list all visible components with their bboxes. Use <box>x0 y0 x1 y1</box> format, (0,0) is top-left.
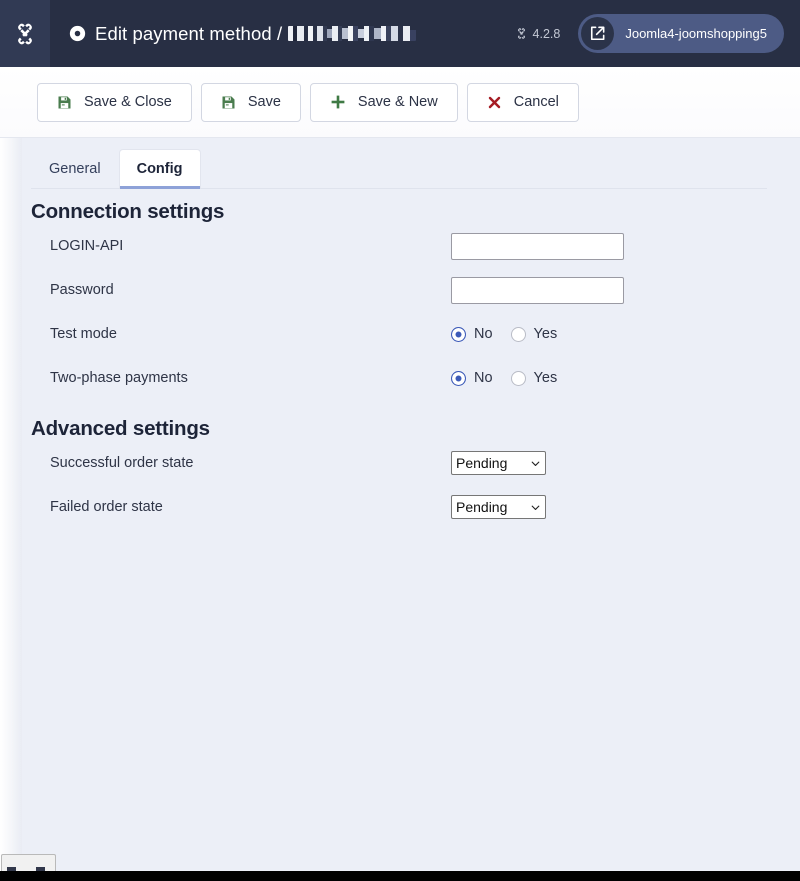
field-password: Password <box>31 268 800 312</box>
chevron-down-icon <box>530 458 541 469</box>
field-login-api-label: LOGIN-API <box>50 238 124 254</box>
tab-general-label: General <box>49 161 101 177</box>
field-password-label: Password <box>50 282 114 298</box>
admin-topbar: Edit payment method / 4.2.8 Joomla4-joom… <box>0 0 800 67</box>
failed-order-state-select[interactable]: Pending <box>451 495 546 519</box>
field-failed-order-state: Failed order state Pending <box>31 485 800 529</box>
redacted-site-name <box>288 26 417 41</box>
app-screen: Edit payment method / 4.2.8 Joomla4-joom… <box>0 0 800 881</box>
radio-mark-icon <box>451 326 466 342</box>
successful-order-state-select[interactable]: Pending <box>451 451 546 475</box>
save-icon <box>57 95 72 110</box>
save-and-close-button[interactable]: Save & Close <box>37 82 192 122</box>
section-title-advanced: Advanced settings <box>31 417 210 440</box>
failed-order-state-value: Pending <box>456 499 508 515</box>
cancel-button[interactable]: Cancel <box>466 82 579 122</box>
field-two-phase-payments-label: Two-phase payments <box>50 370 188 386</box>
close-x-icon <box>487 95 502 110</box>
test-mode-radio-no[interactable]: No <box>451 326 493 342</box>
field-two-phase-payments: Two-phase payments No Yes <box>31 356 800 400</box>
save-button[interactable]: Save <box>200 82 301 122</box>
save-and-new-label: Save & New <box>357 94 438 110</box>
joomla-mark-icon <box>515 27 528 40</box>
two-phase-yes-label: Yes <box>533 370 558 386</box>
test-mode-no-label: No <box>474 326 493 342</box>
two-phase-radio-group: No Yes <box>451 370 575 386</box>
screen-bottom-edge <box>0 871 800 881</box>
field-successful-order-state-label: Successful order state <box>50 455 194 471</box>
radio-mark-icon <box>451 370 466 386</box>
joomla-logo-icon <box>12 21 38 47</box>
save-and-new-button[interactable]: Save & New <box>309 82 458 122</box>
page-title: Edit payment method / <box>69 22 417 45</box>
tab-general[interactable]: General <box>31 149 119 188</box>
joomla-version: 4.2.8 <box>515 26 561 41</box>
test-mode-yes-label: Yes <box>533 326 558 342</box>
chevron-down-icon <box>530 502 541 513</box>
save-label: Save <box>247 94 281 110</box>
successful-order-state-value: Pending <box>456 455 508 471</box>
editor-toolbar: Save & Close Save Save & New Cancel <box>0 67 800 138</box>
page-title-text: Edit payment method / <box>95 22 283 44</box>
field-login-api: LOGIN-API <box>31 224 800 268</box>
field-successful-order-state: Successful order state Pending <box>31 441 800 485</box>
login-api-input[interactable] <box>451 232 624 260</box>
left-gutter <box>0 138 22 881</box>
joomla-logo-button[interactable] <box>0 0 50 67</box>
two-phase-no-label: No <box>474 370 493 386</box>
joomla-version-text: 4.2.8 <box>532 26 561 41</box>
section-title-connection: Connection settings <box>31 200 225 223</box>
two-phase-radio-no[interactable]: No <box>451 370 493 386</box>
circle-dot-icon <box>69 25 86 42</box>
radio-mark-icon <box>510 326 526 342</box>
field-test-mode-label: Test mode <box>50 326 117 342</box>
tab-bar: General Config <box>22 138 800 189</box>
test-mode-radio-group: No Yes <box>451 326 575 342</box>
tab-config[interactable]: Config <box>118 149 201 189</box>
site-link-button[interactable]: Joomla4-joomshopping5 <box>578 14 784 53</box>
save-icon <box>221 95 236 110</box>
browser-bottom-chip <box>1 854 56 871</box>
two-phase-radio-yes[interactable]: Yes <box>510 370 558 386</box>
cancel-label: Cancel <box>513 94 559 110</box>
save-and-close-label: Save & Close <box>84 94 172 110</box>
config-panel: Connection settings LOGIN-API Password T… <box>22 200 800 529</box>
plus-icon <box>330 94 346 110</box>
radio-mark-icon <box>510 370 526 386</box>
site-name-text: Joomla4-joomshopping5 <box>625 26 767 41</box>
field-test-mode: Test mode No Yes <box>31 312 800 356</box>
field-failed-order-state-label: Failed order state <box>50 499 163 515</box>
external-link-icon <box>581 17 615 50</box>
content-area: General Config Connection settings LOGIN… <box>22 138 800 881</box>
password-input[interactable] <box>451 276 624 304</box>
tab-config-label: Config <box>136 161 183 177</box>
test-mode-radio-yes[interactable]: Yes <box>510 326 558 342</box>
